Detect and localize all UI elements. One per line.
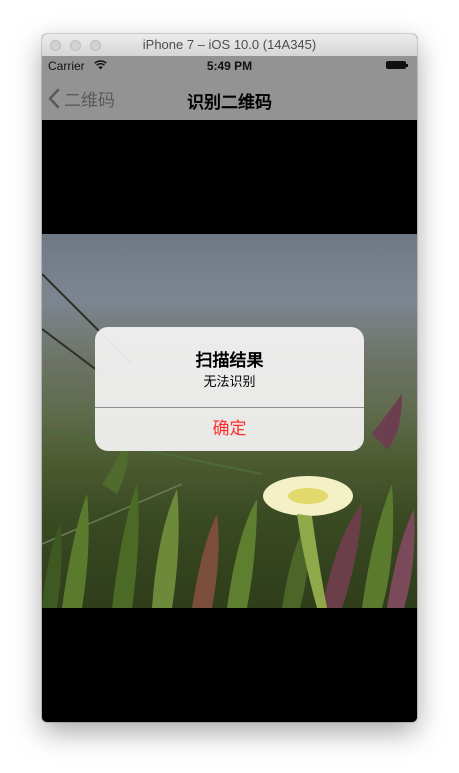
alert-title: 扫描结果 [195,351,264,371]
confirm-button[interactable]: 确定 [95,408,364,451]
status-time: 5:49 PM [206,59,253,73]
status-bar: Carrier 5:49 PM [42,56,417,76]
window-titlebar: iPhone 7 – iOS 10.0 (14A345) [42,34,417,57]
device-screen: Carrier 5:49 PM 二维码 识别二维码 扫描结果 无法识别 确定 [42,56,417,722]
page-title: 识别二维码 [187,93,272,113]
scan-result-alert: 扫描结果 无法识别 确定 [95,327,364,451]
battery-icon [386,61,408,69]
navigation-bar: 二维码 识别二维码 [42,76,417,120]
window-title: iPhone 7 – iOS 10.0 (14A345) [142,37,317,52]
simulator-window: iPhone 7 – iOS 10.0 (14A345) Carrier 5:4… [42,34,417,722]
alert-message: 无法识别 [203,375,256,390]
